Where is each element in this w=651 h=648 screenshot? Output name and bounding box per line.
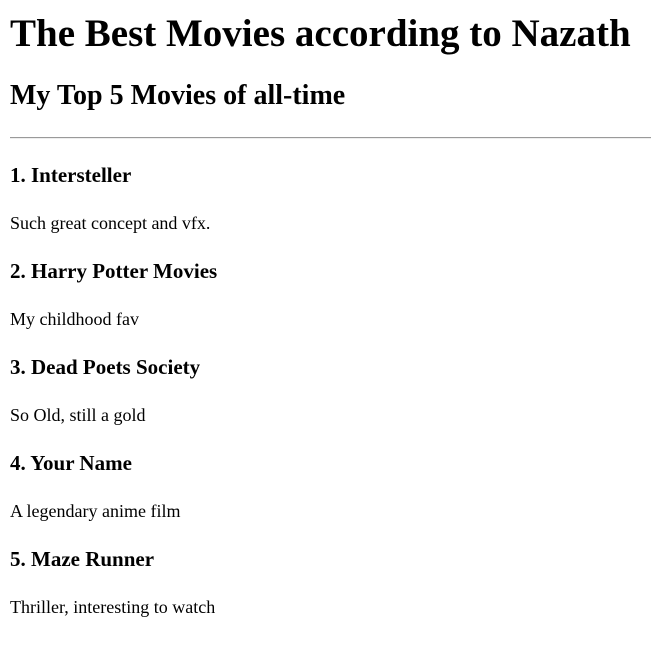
movie-description: So Old, still a gold [10, 405, 146, 425]
movie-list: 1. Intersteller Such great concept and v… [10, 163, 651, 618]
movie-description: A legendary anime film [10, 501, 181, 521]
movie-title: 1. Intersteller [10, 163, 132, 187]
movie-description: Thriller, interesting to watch [10, 597, 216, 617]
movie-title: 2. Harry Potter Movies [10, 259, 218, 283]
page-title: The Best Movies according to Nazath [10, 12, 631, 55]
movie-item: 2. Harry Potter Movies My childhood fav [10, 259, 651, 330]
movie-item: 3. Dead Poets Society So Old, still a go… [10, 355, 651, 426]
page-subtitle: My Top 5 Movies of all-time [10, 80, 346, 111]
movie-title: 3. Dead Poets Society [10, 355, 201, 379]
movie-item: 4. Your Name A legendary anime film [10, 451, 651, 522]
movie-description: Such great concept and vfx. [10, 213, 211, 233]
movie-item: 1. Intersteller Such great concept and v… [10, 163, 651, 234]
movie-description: My childhood fav [10, 309, 139, 329]
movie-title: 4. Your Name [10, 451, 132, 475]
divider [10, 137, 651, 139]
movie-item: 5. Maze Runner Thriller, interesting to … [10, 547, 651, 618]
movie-title: 5. Maze Runner [10, 547, 155, 571]
